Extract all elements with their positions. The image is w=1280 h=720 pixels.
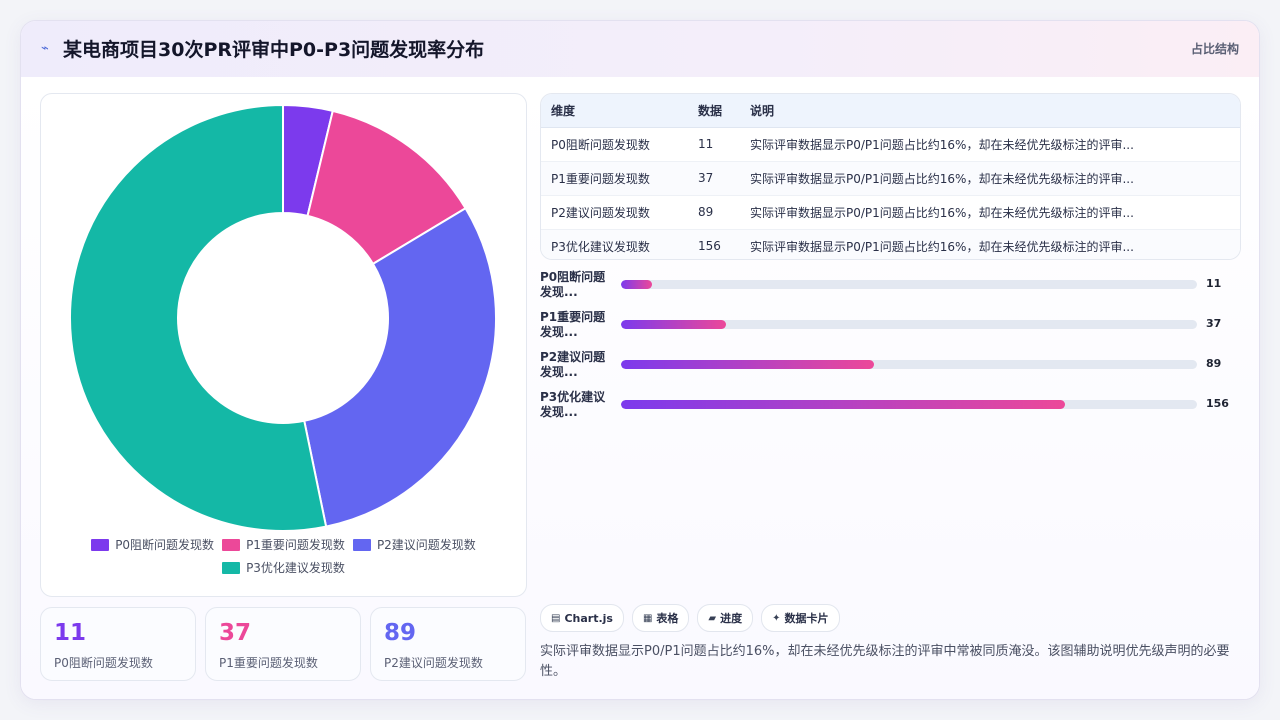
chip-label: Chart.js — [564, 611, 613, 625]
stat-value: 37 — [219, 620, 252, 646]
trend-line-icon: ⌁ — [41, 41, 49, 56]
legend-label: P0阻断问题发现数 — [115, 538, 215, 552]
progress-track — [621, 320, 1197, 329]
table-cell-dimension: P0阻断问题发现数 — [541, 127, 688, 162]
chart-note: 实际评审数据显示P0/P1问题占比约16%，却在未经优先级标注的评审中常被同质淹… — [540, 644, 1230, 679]
progress-label: P0阻断问题 发现... — [540, 270, 606, 299]
chip-chartjs[interactable]: ▤ Chart.js — [540, 604, 624, 632]
progress-row: P2建议问题 发现... 89 — [540, 349, 1239, 381]
chip-progress[interactable]: ▰ 进度 — [697, 604, 754, 632]
table-cell-value: 89 — [688, 195, 740, 230]
sparkle-icon: ✦ — [772, 612, 781, 624]
stat-value: 11 — [54, 620, 87, 646]
stat-label: P1重要问题发现数 — [219, 656, 318, 670]
table-cell-description: 实际评审数据显示P0/P1问题占比约16%，却在未经优先级标注的评审... — [740, 229, 1240, 259]
table-row: P1重要问题发现数 37 实际评审数据显示P0/P1问题占比约16%，却在未经优… — [541, 161, 1240, 196]
progress-bars: P0阻断问题 发现... 11 P1重要问题 发现... 37 P2建议问题 发现... 89 P… — [540, 269, 1239, 429]
progress-value: 156 — [1206, 397, 1229, 410]
table-cell-description: 实际评审数据显示P0/P1问题占比约16%，却在未经优先级标注的评审... — [740, 195, 1240, 230]
table-header-description: 说明 — [740, 94, 1240, 128]
feature-chips: ▤ Chart.js ▦ 表格 ▰ 进度 ✦ 数据卡片 — [540, 604, 840, 632]
legend-item[interactable]: P2建议问题发现数 — [352, 536, 476, 553]
table-cell-value: 37 — [688, 161, 740, 196]
table-row: P2建议问题发现数 89 实际评审数据显示P0/P1问题占比约16%，却在未经优… — [541, 195, 1240, 230]
page-title: 某电商项目30次PR评审中P0-P3问题发现率分布 — [63, 39, 485, 61]
legend-swatch — [352, 538, 371, 551]
legend-item[interactable]: P1重要问题发现数 — [222, 536, 345, 553]
table-header-row: 维度 数据 说明 — [541, 94, 1240, 128]
chip-label: 表格 — [656, 612, 679, 625]
stat-label: P2建议问题发现数 — [384, 656, 483, 670]
table-cell-dimension: P2建议问题发现数 — [541, 195, 688, 230]
chart-icon: ▤ — [551, 612, 561, 624]
stat-card-p2: 89 P2建议问题发现数 — [370, 607, 526, 681]
chip-data-cards[interactable]: ✦ 数据卡片 — [761, 604, 840, 632]
legend-label: P1重要问题发现数 — [246, 538, 345, 552]
progress-track — [621, 360, 1197, 369]
chart-card: ⌁ 某电商项目30次PR评审中P0-P3问题发现率分布 占比结构 P0阻断问题发… — [20, 20, 1260, 700]
donut-chart — [69, 103, 497, 532]
table-cell-description: 实际评审数据显示P0/P1问题占比约16%，却在未经优先级标注的评审... — [740, 161, 1240, 196]
progress-track — [621, 280, 1197, 289]
table-cell-dimension: P3优化建议发现数 — [541, 229, 688, 259]
progress-fill — [621, 280, 653, 289]
progress-icon: ▰ — [708, 612, 717, 624]
legend-swatch — [222, 561, 241, 574]
table-header-value: 数据 — [688, 94, 740, 128]
stat-label: P0阻断问题发现数 — [54, 656, 153, 670]
chip-label: 数据卡片 — [784, 612, 829, 625]
progress-row: P1重要问题 发现... 37 — [540, 309, 1239, 341]
progress-value: 11 — [1206, 277, 1222, 290]
table-header-dimension: 维度 — [541, 94, 688, 128]
legend-swatch — [91, 538, 110, 551]
table-row: P0阻断问题发现数 11 实际评审数据显示P0/P1问题占比约16%，却在未经优… — [541, 127, 1240, 162]
progress-label: P3优化建议 发现... — [540, 390, 606, 419]
donut-slice-2[interactable] — [303, 206, 497, 528]
legend-swatch — [222, 538, 241, 551]
progress-value: 89 — [1206, 357, 1222, 370]
table-cell-description: 实际评审数据显示P0/P1问题占比约16%，却在未经优先级标注的评审... — [740, 127, 1240, 162]
chip-table[interactable]: ▦ 表格 — [631, 604, 690, 632]
legend-item[interactable]: P3优化建议发现数 — [222, 559, 345, 576]
chart-type-tag: 占比结构 — [1190, 42, 1239, 56]
table-cell-value: 156 — [688, 229, 740, 259]
progress-fill — [621, 320, 727, 329]
stat-value: 89 — [384, 620, 417, 646]
table-row: P3优化建议发现数 156 实际评审数据显示P0/P1问题占比约16%，却在未经… — [541, 229, 1240, 259]
legend-label: P3优化建议发现数 — [246, 561, 345, 575]
stat-card-p0: 11 P0阻断问题发现数 — [40, 607, 196, 681]
data-table: 维度 数据 说明 P0阻断问题发现数 11 实际评审数据显示P0/P1问题占比约… — [541, 94, 1240, 259]
legend-label: P2建议问题发现数 — [376, 538, 476, 552]
progress-fill — [621, 360, 875, 369]
progress-row: P0阻断问题 发现... 11 — [540, 269, 1239, 301]
table-cell-dimension: P1重要问题发现数 — [541, 161, 688, 196]
table-icon: ▦ — [642, 612, 653, 624]
stat-card-p1: 37 P1重要问题发现数 — [205, 607, 361, 681]
data-table-panel: 维度 数据 说明 P0阻断问题发现数 11 实际评审数据显示P0/P1问题占比约… — [540, 93, 1241, 260]
legend-item[interactable]: P0阻断问题发现数 — [91, 536, 214, 553]
progress-label: P2建议问题 发现... — [540, 350, 606, 379]
progress-track — [621, 400, 1197, 409]
card-header: ⌁ 某电商项目30次PR评审中P0-P3问题发现率分布 占比结构 — [21, 21, 1259, 78]
donut-chart-panel: P0阻断问题发现数 P1重要问题发现数 P2建议问题发现数 P3优化建议发现数 — [40, 93, 527, 597]
progress-row: P3优化建议 发现... 156 — [540, 389, 1239, 421]
progress-fill — [621, 400, 1065, 409]
progress-label: P1重要问题 发现... — [540, 310, 606, 339]
chip-label: 进度 — [720, 612, 743, 625]
chart-legend: P0阻断问题发现数 P1重要问题发现数 P2建议问题发现数 P3优化建议发现数 — [81, 536, 486, 576]
progress-value: 37 — [1206, 317, 1222, 330]
table-cell-value: 11 — [688, 127, 740, 162]
